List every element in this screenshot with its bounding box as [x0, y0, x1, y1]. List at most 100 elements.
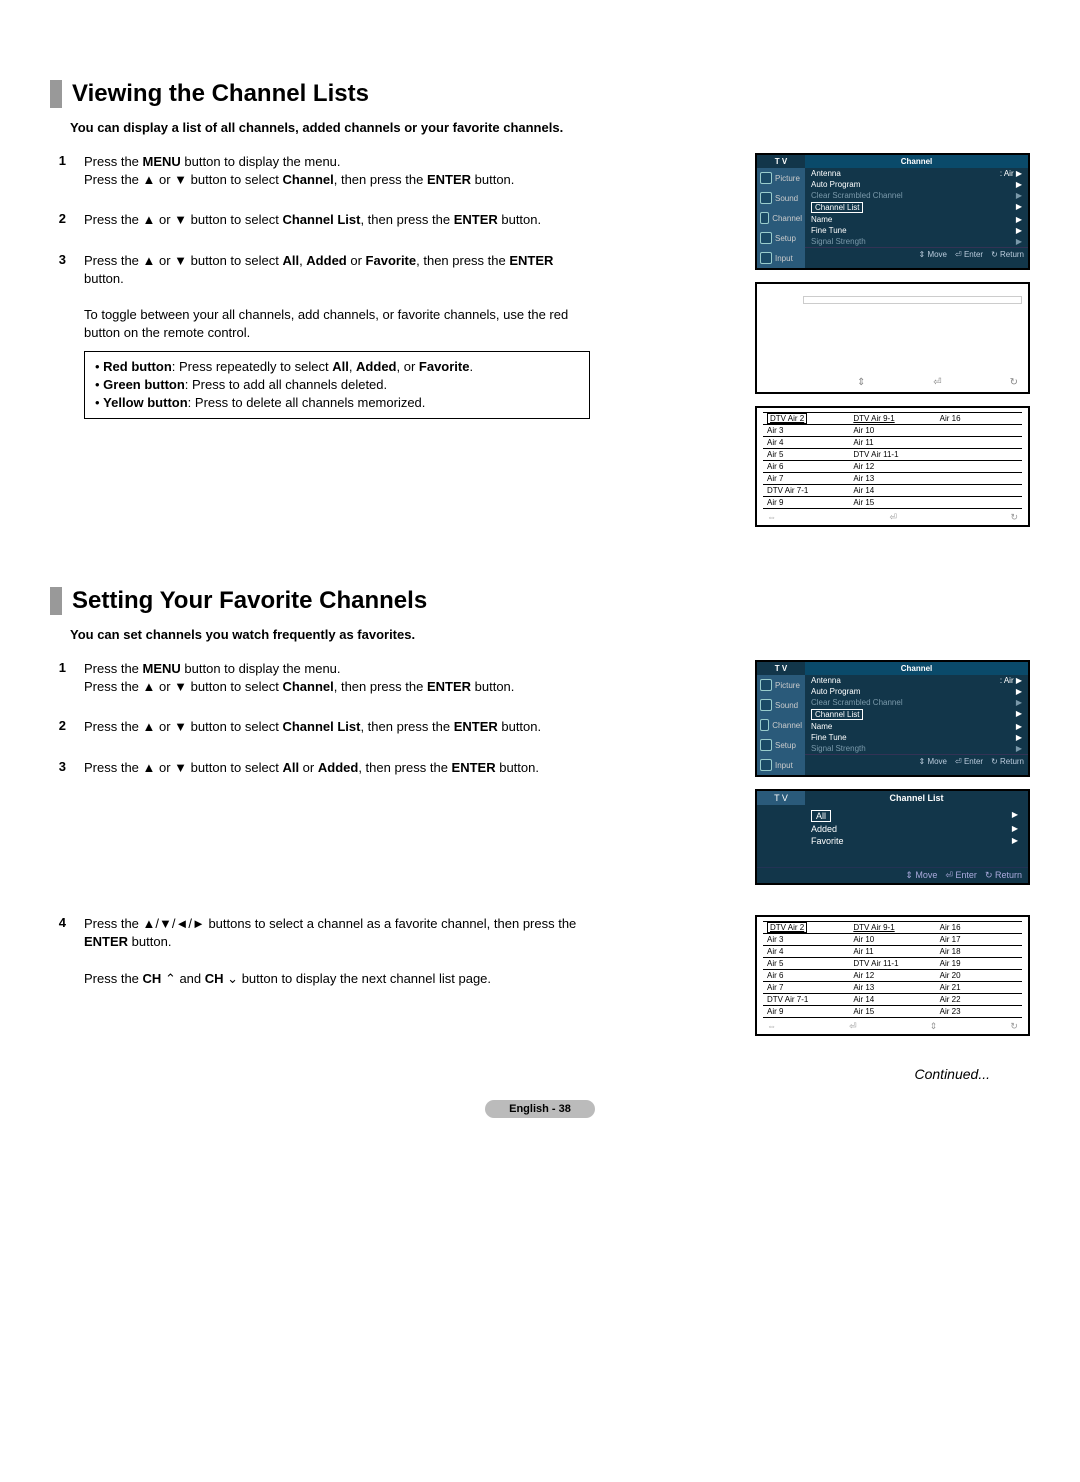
channel-cell[interactable] [936, 425, 1022, 437]
section2-intro: You can set channels you watch frequentl… [70, 627, 1030, 642]
channel-cell[interactable]: Air 12 [849, 970, 935, 982]
list-item-all[interactable]: All▶ [811, 809, 1018, 823]
section2-title: Setting Your Favorite Channels [50, 587, 1030, 615]
channel-cell[interactable]: Air 6 [763, 461, 849, 473]
osd-tab-sound[interactable]: Sound [757, 188, 805, 208]
picture-icon [760, 679, 772, 691]
osd-row[interactable]: Signal Strength ▶ [805, 236, 1028, 247]
channel-cell[interactable]: Air 14 [849, 994, 935, 1006]
channel-cell[interactable]: DTV Air 7-1 [763, 485, 849, 497]
step-number: 2 [50, 718, 66, 736]
channel-cell[interactable]: DTV Air 9-1 [849, 413, 935, 425]
channel-cell[interactable]: Air 11 [849, 437, 935, 449]
channel-cell[interactable]: Air 5 [763, 449, 849, 461]
osd-tab-picture[interactable]: Picture [757, 168, 805, 188]
enter-hint: ⏎ Enter [955, 250, 983, 259]
osd-tab-sound[interactable]: Sound [757, 695, 805, 715]
channel-cell[interactable]: Air 19 [936, 958, 1022, 970]
osd-row[interactable]: Name ▶ [805, 214, 1028, 225]
note-item: • Red button: Press repeatedly to select… [95, 358, 579, 376]
osd-channel-menu: T VPictureSoundChannelSetupInputChannelA… [755, 153, 1030, 270]
channel-cell[interactable]: Air 9 [763, 1006, 849, 1018]
channel-cell[interactable]: Air 10 [849, 934, 935, 946]
channel-cell[interactable]: Air 16 [936, 922, 1022, 934]
channel-cell[interactable]: Air 16 [936, 413, 1022, 425]
channel-cell[interactable]: DTV Air 9-1 [849, 922, 935, 934]
step-body: Press the MENU button to display the men… [84, 153, 590, 189]
osd-row[interactable]: Signal Strength ▶ [805, 743, 1028, 754]
osd-row[interactable]: Antenna: Air ▶ [805, 675, 1028, 686]
osd-row[interactable]: Channel List ▶ [805, 708, 1028, 721]
continued-label: Continued... [50, 1066, 990, 1082]
sound-icon [760, 699, 772, 711]
channel-cell[interactable] [936, 449, 1022, 461]
osd-tab-channel[interactable]: Channel [757, 208, 805, 228]
channel-cell[interactable]: Air 9 [763, 497, 849, 509]
osd-tab-setup[interactable]: Setup [757, 735, 805, 755]
channel-cell[interactable]: Air 10 [849, 425, 935, 437]
channel-cell[interactable]: Air 7 [763, 473, 849, 485]
step: 1Press the MENU button to display the me… [50, 153, 590, 189]
step-body: Press the ▲ or ▼ button to select All or… [84, 759, 590, 777]
channel-list-menu: T VChannel ListAll▶Added▶Favorite▶⇕ Move… [755, 789, 1030, 885]
step-number: 1 [50, 660, 66, 696]
channel-cell[interactable]: DTV Air 7-1 [763, 994, 849, 1006]
section1-content: 1Press the MENU button to display the me… [50, 153, 1030, 527]
channel-cell[interactable]: Air 7 [763, 982, 849, 994]
channel-cell[interactable]: Air 22 [936, 994, 1022, 1006]
channel-cell[interactable]: Air 15 [849, 497, 935, 509]
channel-cell[interactable] [936, 473, 1022, 485]
enter-icon: ⏎ [933, 377, 941, 388]
channel-cell[interactable] [936, 485, 1022, 497]
osd-tab-input[interactable]: Input [757, 755, 805, 775]
channel-cell[interactable]: Air 17 [936, 934, 1022, 946]
channel-cell[interactable]: Air 15 [849, 1006, 935, 1018]
osd-row[interactable]: Name ▶ [805, 721, 1028, 732]
osd-row[interactable]: Antenna: Air ▶ [805, 168, 1028, 179]
channel-cell[interactable] [936, 497, 1022, 509]
osd-row[interactable]: Clear Scrambled Channel ▶ [805, 697, 1028, 708]
osd-tab-input[interactable]: Input [757, 248, 805, 268]
enter-hint: ⏎ Enter [955, 757, 983, 766]
channel-cell[interactable]: Air 21 [936, 982, 1022, 994]
channel-cell[interactable]: Air 4 [763, 946, 849, 958]
list-item-favorite[interactable]: Favorite▶ [811, 835, 1018, 847]
osd-tab-picture[interactable]: Picture [757, 675, 805, 695]
channel-cell[interactable]: Air 23 [936, 1006, 1022, 1018]
channel-cell[interactable] [936, 437, 1022, 449]
channel-cell[interactable]: Air 12 [849, 461, 935, 473]
note-item: • Green button: Press to add all channel… [95, 376, 579, 394]
button-notes: • Red button: Press repeatedly to select… [84, 351, 590, 420]
channel-cell[interactable]: Air 4 [763, 437, 849, 449]
channel-cell[interactable]: Air 6 [763, 970, 849, 982]
channel-cell[interactable]: Air 20 [936, 970, 1022, 982]
osd-tab-channel[interactable]: Channel [757, 715, 805, 735]
channel-cell[interactable]: Air 3 [763, 425, 849, 437]
osd-row[interactable]: Clear Scrambled Channel ▶ [805, 190, 1028, 201]
move-hint: ⇕ Move [919, 250, 948, 259]
channel-cell[interactable]: Air 13 [849, 982, 935, 994]
osd-row[interactable]: Fine Tune ▶ [805, 225, 1028, 236]
osd-row[interactable]: Auto Program ▶ [805, 179, 1028, 190]
channel-cell[interactable]: Air 14 [849, 485, 935, 497]
return-hint: ↻ Return [991, 757, 1024, 766]
return-icon: ↻ [1010, 512, 1018, 523]
osd-tab-setup[interactable]: Setup [757, 228, 805, 248]
channel-cell[interactable]: DTV Air 11-1 [849, 449, 935, 461]
osd-right-title: Channel [805, 662, 1028, 675]
osd-row[interactable]: Fine Tune ▶ [805, 732, 1028, 743]
channel-cell[interactable]: DTV Air 2 [763, 922, 849, 934]
channel-cell[interactable]: DTV Air 2 [763, 413, 849, 425]
list-item-added[interactable]: Added▶ [811, 823, 1018, 835]
channel-cell[interactable]: Air 3 [763, 934, 849, 946]
channel-cell[interactable] [936, 461, 1022, 473]
channel-cell[interactable]: Air 13 [849, 473, 935, 485]
channel-cell[interactable]: Air 11 [849, 946, 935, 958]
osd-footer: ⇕ Move⏎ Enter↻ Return [805, 754, 1028, 768]
blank-screen: ⇕ ⏎ ↻ [755, 282, 1030, 394]
osd-row[interactable]: Channel List ▶ [805, 201, 1028, 214]
channel-cell[interactable]: Air 5 [763, 958, 849, 970]
channel-cell[interactable]: DTV Air 11-1 [849, 958, 935, 970]
osd-row[interactable]: Auto Program ▶ [805, 686, 1028, 697]
channel-cell[interactable]: Air 18 [936, 946, 1022, 958]
